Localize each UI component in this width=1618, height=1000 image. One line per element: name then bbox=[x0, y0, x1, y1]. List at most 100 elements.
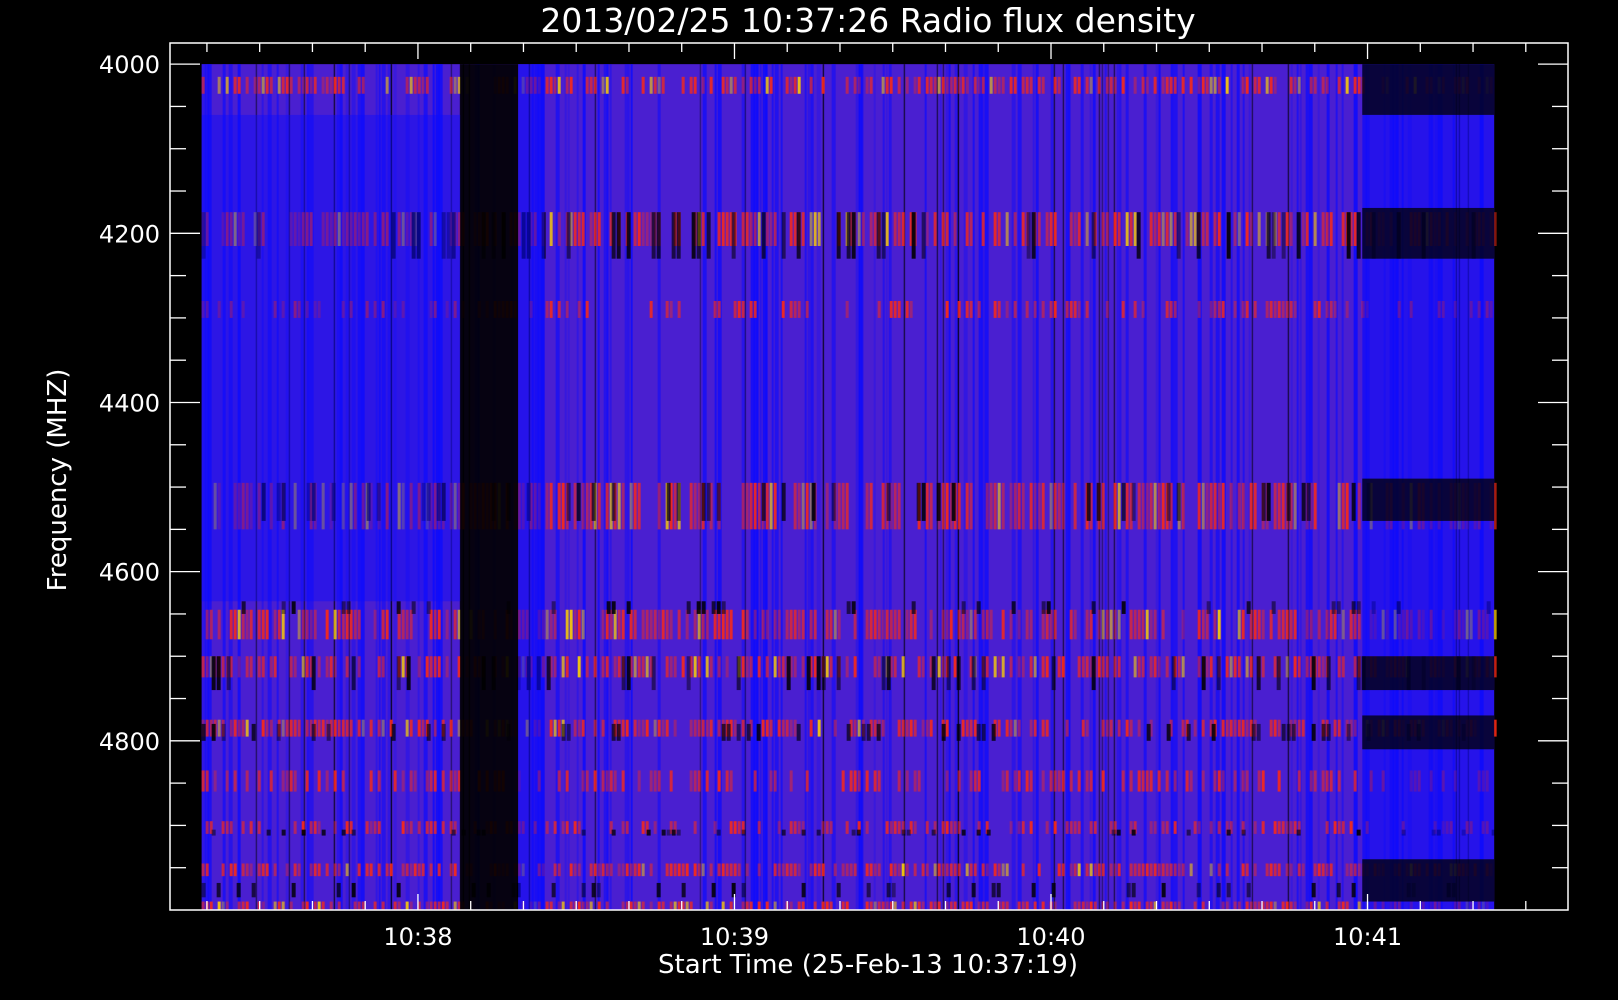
heatmap-band-cell bbox=[833, 609, 837, 640]
heatmap-band-cell bbox=[821, 901, 825, 910]
heatmap-band-cell bbox=[697, 656, 701, 678]
heatmap-band-cell bbox=[781, 719, 785, 737]
heatmap-band-cell bbox=[877, 609, 881, 640]
heatmap-band-cell bbox=[709, 719, 713, 737]
heatmap-band-cell bbox=[1149, 482, 1153, 530]
heatmap-band-cell bbox=[1017, 482, 1021, 530]
heatmap-band-cell bbox=[1273, 863, 1277, 877]
heatmap-dark-cell bbox=[1261, 482, 1266, 521]
heatmap-band-cell bbox=[1021, 821, 1025, 834]
heatmap-band-cell bbox=[1161, 76, 1165, 94]
heatmap-band-cell bbox=[417, 719, 421, 737]
heatmap-band-cell bbox=[885, 901, 889, 910]
heatmap-band-cell bbox=[1261, 821, 1265, 834]
heatmap-band-cell bbox=[1009, 609, 1013, 640]
heatmap-band-cell bbox=[1093, 901, 1097, 910]
heatmap-band-cell bbox=[877, 863, 881, 877]
heatmap-dark-cell bbox=[1176, 212, 1181, 259]
heatmap-band-cell bbox=[901, 863, 905, 877]
heatmap-band-cell bbox=[585, 300, 589, 318]
heatmap-dark-cell bbox=[1031, 882, 1036, 898]
heatmap-band-cell bbox=[373, 609, 377, 640]
heatmap-band-cell bbox=[857, 212, 861, 247]
heatmap-band-cell bbox=[257, 821, 261, 834]
heatmap-band-cell bbox=[1077, 821, 1081, 834]
heatmap-band-cell bbox=[1353, 770, 1357, 792]
heatmap-band-cell bbox=[557, 863, 561, 877]
heatmap-streak bbox=[624, 64, 628, 910]
heatmap-dark-cell bbox=[831, 482, 836, 521]
heatmap-band-cell bbox=[1285, 901, 1289, 910]
heatmap-band-cell bbox=[1041, 901, 1045, 910]
heatmap-band-cell bbox=[1001, 770, 1005, 792]
heatmap-band-cell bbox=[905, 863, 909, 877]
heatmap-band-cell bbox=[1133, 76, 1137, 94]
heatmap-band-cell bbox=[689, 482, 693, 530]
heatmap-band-cell bbox=[841, 482, 845, 530]
heatmap-band-cell bbox=[1165, 300, 1169, 318]
heatmap-band-cell bbox=[881, 482, 885, 530]
heatmap-band-cell bbox=[345, 656, 349, 678]
heatmap-band-cell bbox=[1149, 821, 1153, 834]
heatmap-band-cell bbox=[797, 609, 801, 640]
heatmap-band-cell bbox=[657, 609, 661, 640]
heatmap-band-cell bbox=[1153, 863, 1157, 877]
heatmap-band-cell bbox=[673, 901, 677, 910]
heatmap-band-cell bbox=[925, 212, 929, 247]
heatmap-dark-cell bbox=[611, 723, 616, 741]
heatmap-band-cell bbox=[897, 821, 901, 834]
heatmap-band-cell bbox=[1161, 901, 1165, 910]
heatmap-band-cell bbox=[793, 863, 797, 877]
heatmap-band-cell bbox=[265, 76, 269, 94]
heatmap-band-cell bbox=[773, 656, 777, 678]
heatmap-band-cell bbox=[237, 901, 241, 910]
heatmap-band-cell bbox=[925, 863, 929, 877]
heatmap-band-cell bbox=[637, 719, 641, 737]
heatmap-band-cell bbox=[565, 609, 569, 640]
heatmap-band-cell bbox=[401, 821, 405, 834]
heatmap-band-cell bbox=[425, 656, 429, 678]
heatmap-band-cell bbox=[265, 719, 269, 737]
heatmap-band-cell bbox=[705, 770, 709, 792]
heatmap-dark-cell bbox=[956, 656, 961, 691]
heatmap-band-cell bbox=[1021, 656, 1025, 678]
heatmap-streak bbox=[822, 64, 825, 910]
heatmap-band-cell bbox=[933, 76, 937, 94]
heatmap-band-cell bbox=[801, 482, 805, 530]
heatmap-dark-cell bbox=[396, 656, 401, 691]
heatmap-band-cell bbox=[661, 609, 665, 640]
heatmap-band-cell bbox=[969, 482, 973, 530]
heatmap-band-cell bbox=[733, 719, 737, 737]
heatmap-band-cell bbox=[1029, 770, 1033, 792]
heatmap-band-cell bbox=[993, 212, 997, 247]
heatmap-band-cell bbox=[1149, 901, 1153, 910]
heatmap-band-cell bbox=[1249, 482, 1253, 530]
heatmap-band-cell bbox=[965, 609, 969, 640]
heatmap-band-cell bbox=[565, 821, 569, 834]
heatmap-band-cell bbox=[777, 656, 781, 678]
heatmap-band-cell bbox=[945, 863, 949, 877]
heatmap-band-cell bbox=[749, 901, 753, 910]
heatmap-band-cell bbox=[1101, 212, 1105, 247]
heatmap-dark-cell bbox=[666, 829, 671, 836]
heatmap-dark-cell bbox=[1206, 601, 1211, 614]
heatmap-band-cell bbox=[1253, 482, 1257, 530]
heatmap-band-cell bbox=[1005, 719, 1009, 737]
heatmap-band-cell bbox=[829, 609, 833, 640]
heatmap-band-cell bbox=[877, 770, 881, 792]
heatmap-dark-cell bbox=[546, 656, 551, 691]
heatmap-band-cell bbox=[405, 863, 409, 877]
heatmap-band-cell bbox=[1325, 300, 1329, 318]
heatmap-band-cell bbox=[1329, 863, 1333, 877]
heatmap-band-cell bbox=[269, 770, 273, 792]
heatmap-band-cell bbox=[409, 609, 413, 640]
heatmap-streak bbox=[1104, 64, 1107, 910]
heatmap-band-cell bbox=[929, 76, 933, 94]
heatmap-band-cell bbox=[1081, 901, 1085, 910]
heatmap-band-cell bbox=[1053, 901, 1057, 910]
heatmap-band-cell bbox=[553, 863, 557, 877]
heatmap-band-cell bbox=[1073, 863, 1077, 877]
heatmap-band-cell bbox=[777, 821, 781, 834]
heatmap-band-cell bbox=[1225, 863, 1229, 877]
heatmap-dark-cell bbox=[671, 829, 676, 836]
